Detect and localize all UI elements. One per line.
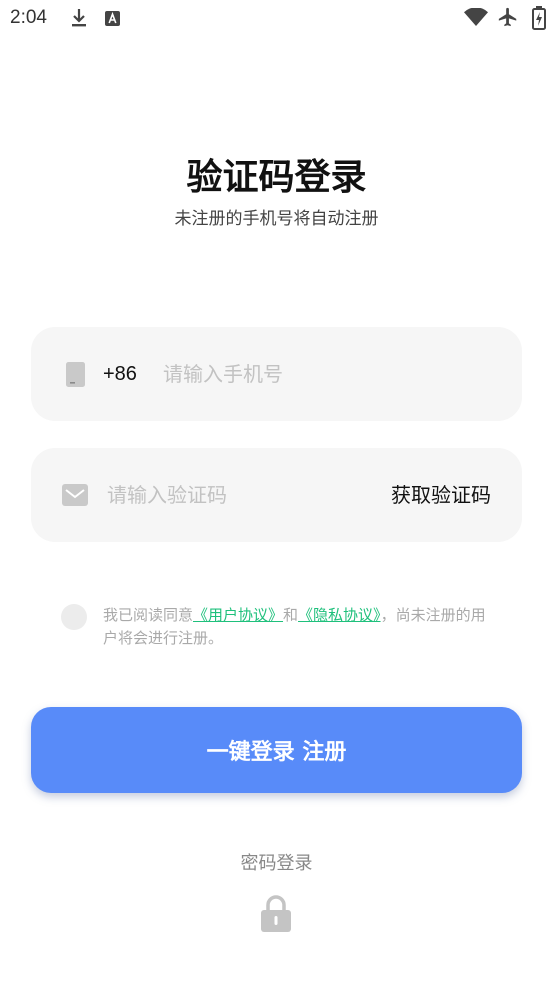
agreement-checkbox[interactable] — [61, 604, 87, 630]
get-code-button[interactable]: 获取验证码 — [391, 448, 491, 542]
page-subtitle: 未注册的手机号将自动注册 — [174, 209, 379, 229]
download-icon — [71, 8, 87, 28]
phone-input[interactable] — [163, 354, 493, 394]
status-bar: 2:04 — [0, 0, 553, 36]
lock-icon[interactable] — [260, 895, 292, 933]
phone-icon — [66, 362, 85, 387]
privacy-policy-link[interactable]: 《隐私协议》 — [298, 606, 381, 624]
phone-field[interactable]: +86 — [31, 327, 522, 421]
agreement-prefix: 我已阅读同意 — [103, 606, 194, 624]
user-agreement-link[interactable]: 《用户协议》 — [193, 606, 283, 624]
page-title: 验证码登录 — [186, 157, 367, 198]
a-square-icon — [105, 11, 120, 26]
agreement-text: 我已阅读同意《用户协议》和《隐私协议》，尚未注册的用户将会进行注册。 — [103, 604, 493, 650]
battery-charging-icon — [532, 6, 546, 30]
status-time: 2:04 — [10, 7, 47, 28]
password-login-link[interactable]: 密码登录 — [0, 852, 553, 876]
country-code[interactable]: +86 — [103, 327, 137, 421]
agreement-connector: 和 — [283, 606, 299, 624]
code-input[interactable] — [107, 475, 357, 515]
code-field[interactable]: 获取验证码 — [31, 448, 522, 542]
mail-icon — [62, 484, 88, 506]
one-click-login-button[interactable]: 一键登录 注册 — [31, 707, 522, 793]
wifi-icon — [464, 8, 488, 26]
airplane-icon — [497, 6, 519, 28]
